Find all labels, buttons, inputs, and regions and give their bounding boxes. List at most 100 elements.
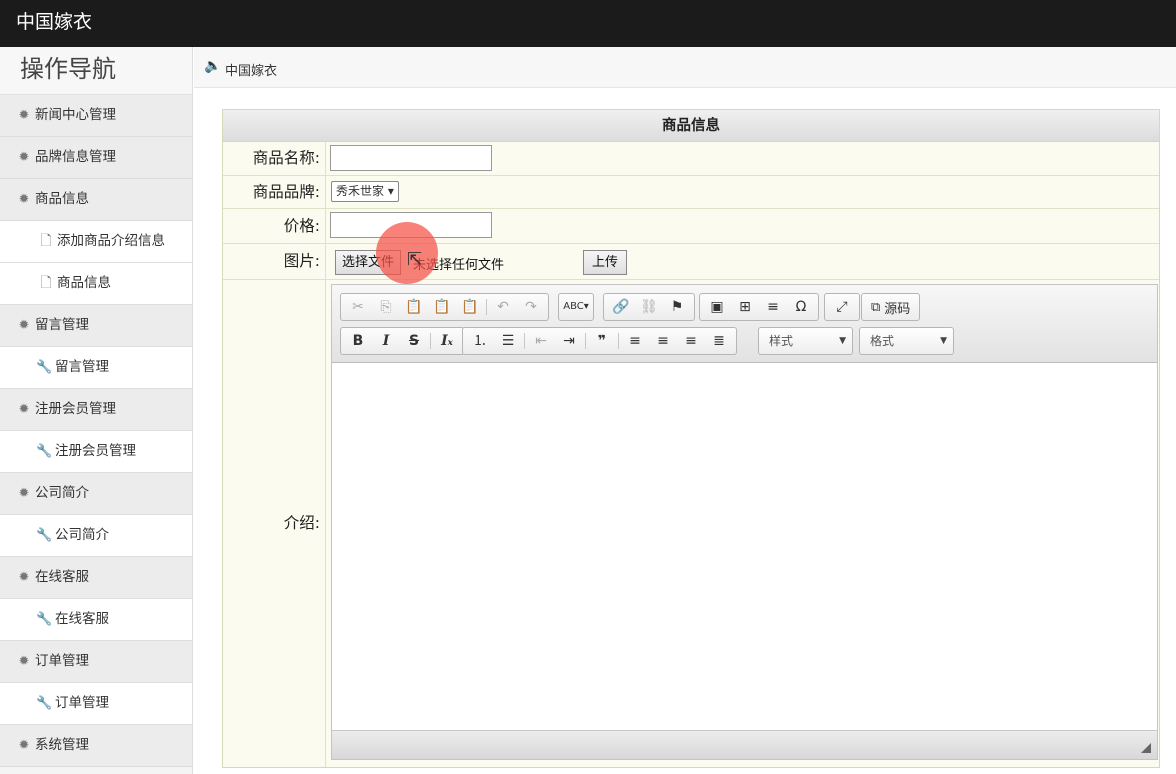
bold-icon[interactable]: B [344, 330, 372, 352]
brand-select-value: 秀禾世家 [336, 184, 385, 198]
sidebar-item-product-list[interactable]: 🗋 商品信息 [0, 263, 192, 305]
maximize-group: ⤢ [824, 293, 860, 321]
paste-word-icon[interactable]: 📋 [456, 296, 484, 318]
italic-icon[interactable]: I [372, 330, 400, 352]
sidebar-item-messages-manage[interactable]: 🔧 留言管理 [0, 347, 192, 389]
separator [430, 333, 431, 349]
numbered-list-icon[interactable]: ⒈ [466, 330, 494, 352]
name-row: 商品名称: [223, 142, 1159, 176]
link-group: 🔗 ⛓ ⚑ [603, 293, 695, 321]
sidebar-item-label: 订单管理 [35, 653, 89, 669]
format-combo[interactable]: 格式 ▼ [859, 327, 954, 355]
sidebar-item-company-manage[interactable]: 🔧 公司简介 [0, 515, 192, 557]
link-icon[interactable]: 🔗 [607, 296, 635, 318]
align-center-icon[interactable]: ≡ [649, 330, 677, 352]
redo-icon[interactable]: ↷ [517, 296, 545, 318]
gear-icon: ✹ [18, 738, 30, 753]
align-left-icon[interactable]: ≡ [621, 330, 649, 352]
paragraph-group: ⒈ ☰ ⇤ ⇥ ❞ ≡ ≡ ≡ ≣ [462, 327, 737, 355]
gear-icon: ✹ [18, 192, 30, 207]
resize-handle-icon[interactable] [1141, 743, 1151, 753]
image-label: 图片: [223, 244, 326, 279]
sidebar-item-products[interactable]: ✹ 商品信息 [0, 179, 192, 221]
gear-icon: ✹ [18, 570, 30, 585]
intro-label: 介绍: [223, 280, 326, 767]
form-title: 商品信息 [223, 110, 1159, 142]
separator [618, 333, 619, 349]
sidebar-item-system[interactable]: ✹ 系统管理 [0, 725, 192, 767]
sidebar-item-label: 公司简介 [55, 527, 109, 543]
insert-group: ▣ ⊞ ≡ Ω [699, 293, 819, 321]
horizontal-line-icon[interactable]: ≡ [759, 296, 787, 318]
sidebar-item-label: 订单管理 [55, 695, 109, 711]
indent-icon[interactable]: ⇥ [555, 330, 583, 352]
sidebar-item-label: 新闻中心管理 [35, 107, 116, 123]
sidebar-item-messages[interactable]: ✹ 留言管理 [0, 305, 192, 347]
remove-format-icon[interactable]: Iₓ [433, 330, 461, 352]
source-label: 源码 [884, 301, 911, 317]
file-status-text: 未选择任何文件 [413, 258, 505, 273]
breadcrumb: 🔈 中国嫁衣 [194, 47, 1176, 88]
gear-icon: ✹ [18, 108, 30, 123]
top-bar: 中国嫁衣 [0, 0, 1176, 47]
sidebar-item-company[interactable]: ✹ 公司简介 [0, 473, 192, 515]
brand-select[interactable]: 秀禾世家 ▾ [331, 181, 399, 202]
special-char-icon[interactable]: Ω [787, 296, 815, 318]
cut-icon[interactable]: ✂ [344, 296, 372, 318]
rich-text-editor: ✂ ⎘ 📋 📋 📋 ↶ ↷ ABC▾ 🔗 ⛓ ⚑ ▣ ⊞ ≡ Ω ⤢ ⧉ 源码 … [331, 284, 1158, 760]
gear-icon: ✹ [18, 318, 30, 333]
align-right-icon[interactable]: ≡ [677, 330, 705, 352]
source-button[interactable]: ⧉ 源码 [865, 298, 916, 317]
editor-statusbar [332, 730, 1157, 759]
separator [486, 299, 487, 315]
sidebar-item-add-product[interactable]: 🗋 添加商品介绍信息 [0, 221, 192, 263]
table-icon[interactable]: ⊞ [731, 296, 759, 318]
paste-icon[interactable]: 📋 [400, 296, 428, 318]
sidebar-item-orders[interactable]: ✹ 订单管理 [0, 641, 192, 683]
chevron-down-icon: ▼ [839, 336, 846, 346]
copy-icon[interactable]: ⎘ [372, 296, 400, 318]
sidebar-item-support-manage[interactable]: 🔧 在线客服 [0, 599, 192, 641]
upload-button[interactable]: 上传 [583, 250, 628, 275]
product-name-input[interactable] [330, 145, 492, 171]
spellcheck-group: ABC▾ [558, 293, 594, 321]
sidebar-item-members-manage[interactable]: 🔧 注册会员管理 [0, 431, 192, 473]
brand-row: 商品品牌: 秀禾世家 ▾ [223, 176, 1159, 209]
name-label: 商品名称: [223, 142, 326, 175]
product-form: 商品信息 商品名称: 商品品牌: 秀禾世家 ▾ 价格: 图片: 选择文件 未选择… [222, 109, 1160, 768]
style-combo[interactable]: 样式 ▼ [758, 327, 853, 355]
sidebar-item-members[interactable]: ✹ 注册会员管理 [0, 389, 192, 431]
anchor-flag-icon[interactable]: ⚑ [663, 296, 691, 318]
sidebar-title: 操作导航 [0, 47, 192, 95]
wrench-icon: 🔧 [36, 528, 53, 543]
maximize-icon[interactable]: ⤢ [828, 296, 856, 318]
sidebar-item-label: 品牌信息管理 [35, 149, 116, 165]
blockquote-icon[interactable]: ❞ [588, 330, 616, 352]
outdent-icon[interactable]: ⇤ [527, 330, 555, 352]
unlink-icon[interactable]: ⛓ [635, 296, 663, 318]
image-icon[interactable]: ▣ [703, 296, 731, 318]
sidebar-item-label: 在线客服 [35, 569, 89, 585]
choose-file-button[interactable]: 选择文件 [335, 250, 402, 275]
paste-text-icon[interactable]: 📋 [428, 296, 456, 318]
gear-icon: ✹ [18, 150, 30, 165]
sidebar-item-orders-manage[interactable]: 🔧 订单管理 [0, 683, 192, 725]
strikethrough-icon[interactable]: S [400, 330, 428, 352]
bulleted-list-icon[interactable]: ☰ [494, 330, 522, 352]
intro-row: 介绍: ✂ ⎘ 📋 📋 📋 ↶ ↷ ABC▾ 🔗 ⛓ ⚑ ▣ ⊞ ≡ Ω ⤢ ⧉… [223, 280, 1159, 767]
breadcrumb-text: 中国嫁衣 [225, 64, 278, 79]
editor-content-area[interactable] [332, 364, 1157, 730]
sidebar-item-label: 留言管理 [35, 317, 89, 333]
app-title: 中国嫁衣 [16, 11, 93, 33]
sidebar-item-news[interactable]: ✹ 新闻中心管理 [0, 95, 192, 137]
sidebar-item-support[interactable]: ✹ 在线客服 [0, 557, 192, 599]
sidebar-item-brands[interactable]: ✹ 品牌信息管理 [0, 137, 192, 179]
brand-label: 商品品牌: [223, 176, 326, 208]
spellcheck-icon[interactable]: ABC▾ [562, 296, 590, 318]
wrench-icon: 🔧 [36, 612, 53, 627]
chevron-down-icon: ▾ [387, 184, 394, 198]
justify-icon[interactable]: ≣ [705, 330, 733, 352]
price-input[interactable] [330, 212, 492, 238]
undo-icon[interactable]: ↶ [489, 296, 517, 318]
sidebar-item-label: 注册会员管理 [55, 443, 136, 459]
